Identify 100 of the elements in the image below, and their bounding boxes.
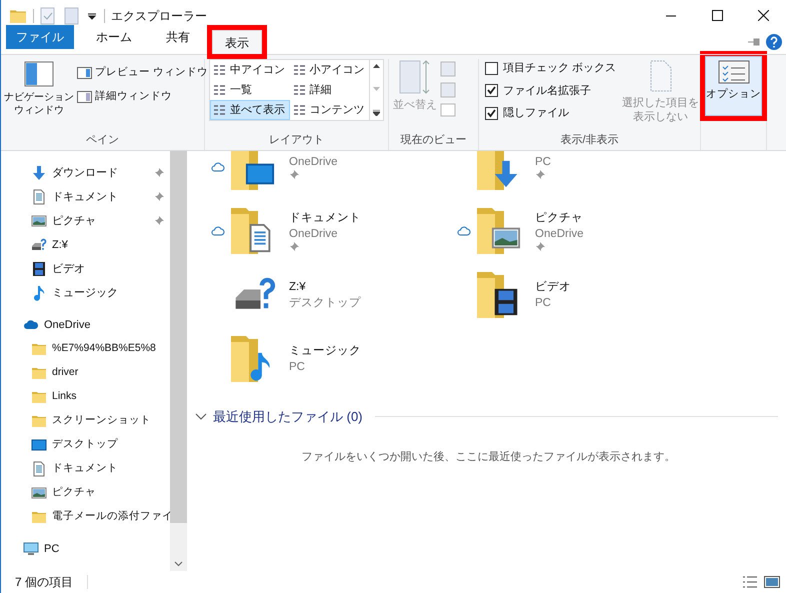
nav-item[interactable]: ドキュメント — [1, 457, 170, 481]
layout-icon — [292, 64, 306, 76]
dropdown-icon[interactable] — [86, 10, 98, 20]
music-note-icon — [31, 285, 47, 301]
computer-icon — [23, 541, 39, 557]
folder-icon — [31, 413, 47, 429]
folder-icon — [477, 151, 507, 190]
tile[interactable]: Z:¥ デスクトップ — [211, 267, 457, 323]
nav-item[interactable]: driver — [1, 361, 170, 385]
folder-icon — [231, 336, 261, 382]
empty-message: ファイルをいくつか開いた後、ここに最近使ったファイルが表示されます。 — [302, 450, 676, 464]
nav-item[interactable]: ミュージック — [1, 281, 170, 305]
pin-icon — [154, 216, 164, 226]
pin-icon[interactable] — [748, 37, 762, 47]
tile-location: PC — [289, 360, 306, 375]
tile[interactable]: ミュージック PC — [211, 331, 457, 387]
nav-item[interactable]: ピクチャ — [1, 209, 170, 233]
tile[interactable]: ピクチャ OneDrive — [457, 203, 703, 259]
layout-icon — [292, 84, 306, 96]
nav-item[interactable]: ドキュメント — [1, 185, 170, 209]
pin-icon — [154, 192, 164, 202]
tile-location: OneDrive — [535, 227, 584, 242]
film-icon — [31, 261, 47, 277]
folder-icon — [31, 341, 47, 357]
tile-name: ドキュメント — [289, 211, 361, 226]
folder-icon — [31, 365, 47, 381]
tile-name: ミュージック — [289, 344, 361, 359]
nav-item[interactable]: Z:¥ — [1, 233, 170, 257]
picture-icon — [31, 213, 47, 229]
pane-button[interactable]: 詳細ウィンドウ — [77, 88, 208, 104]
checkbox[interactable] — [485, 106, 498, 120]
tile-location: デスクトップ — [289, 295, 361, 311]
tile-name: ビデオ — [535, 280, 571, 295]
picture-icon[interactable] — [764, 576, 780, 588]
down-arrow-icon — [373, 87, 380, 91]
nav-item[interactable]: デスクトップ — [1, 433, 170, 457]
ribbon-tab[interactable]: 表示 — [212, 30, 262, 54]
checkbox-label[interactable]: 隠しファイル — [503, 105, 569, 122]
nav-item[interactable]: Links — [1, 385, 170, 409]
tile-name: ピクチャ — [535, 211, 584, 226]
minimize-icon — [666, 14, 676, 16]
group-header[interactable]: 最近使用したファイル (0) — [213, 407, 362, 426]
up-arrow-icon — [373, 64, 380, 68]
scrollbar[interactable] — [170, 151, 187, 571]
window-title: エクスプローラー — [111, 8, 207, 24]
ribbon-tab[interactable]: ホーム — [84, 25, 144, 49]
nav-item[interactable]: %E7%94%BB%E5%8 — [1, 337, 170, 361]
item-count: 7 個の項目 — [15, 574, 74, 591]
gallery-scroll-control[interactable] — [370, 59, 384, 121]
checkbox-label[interactable]: 項目チェック ボックス — [503, 60, 616, 76]
checkbox[interactable] — [485, 62, 498, 75]
nav-item[interactable]: PC — [1, 537, 170, 561]
chevron-icon[interactable] — [195, 412, 207, 421]
folder-icon — [31, 509, 47, 525]
tile[interactable]: ビデオ PC — [457, 267, 703, 323]
help-icon[interactable] — [766, 34, 782, 50]
navigation-pane-button[interactable]: ナビゲーション ウィンドウ — [1, 59, 77, 132]
ribbon-tab[interactable]: ファイル — [6, 25, 74, 49]
group-label: レイアウト — [269, 133, 324, 148]
nav-item[interactable]: ダウンロード — [1, 161, 170, 185]
tile[interactable]: PC — [457, 151, 703, 195]
pin-icon — [289, 170, 299, 180]
pin-icon — [289, 242, 299, 252]
pin-icon — [535, 170, 545, 180]
pane-button[interactable]: プレビュー ウィンドウ — [77, 65, 208, 81]
layout-icon — [292, 104, 306, 116]
checkmark-page-icon[interactable] — [40, 6, 56, 24]
options-button[interactable]: オプション — [705, 56, 762, 116]
tile[interactable]: OneDrive — [211, 151, 457, 195]
layout-icon — [213, 84, 226, 96]
layout-option[interactable]: 並べて表示 — [210, 100, 290, 120]
pane-layout-icon — [24, 61, 54, 87]
folder-icon — [31, 389, 47, 405]
checkbox[interactable] — [485, 84, 498, 98]
layout-option[interactable]: コンテンツ — [290, 100, 369, 120]
drive-icon — [31, 237, 47, 253]
pane-layout-icon — [77, 90, 92, 103]
layout-option[interactable]: 一覧 — [210, 80, 290, 100]
cloud-icon — [211, 226, 225, 236]
pin-icon — [535, 242, 545, 252]
group-label: ペイン — [86, 133, 119, 148]
nav-item[interactable]: スクリーンショット — [1, 409, 170, 433]
details-view-icon[interactable] — [742, 576, 758, 588]
page-icon — [648, 59, 673, 93]
document-icon — [31, 461, 47, 477]
layout-option[interactable]: 小アイコン — [290, 60, 369, 80]
layout-icon — [213, 104, 226, 116]
checkbox-label[interactable]: ファイル名拡張子 — [503, 82, 591, 99]
ribbon-tab[interactable]: 共有 — [154, 25, 202, 49]
tile-location: OneDrive — [289, 227, 339, 242]
tile[interactable]: ドキュメント OneDrive — [211, 203, 457, 259]
nav-item[interactable]: ビデオ — [1, 257, 170, 281]
down-arrow-icon — [31, 165, 47, 181]
nav-item[interactable]: ピクチャ — [1, 481, 170, 505]
checkmark-icon — [487, 108, 496, 118]
layout-option[interactable]: 詳細 — [290, 80, 369, 100]
nav-item[interactable]: OneDrive — [1, 313, 170, 337]
nav-item[interactable]: 電子メールの添付ファイ — [1, 505, 170, 529]
close-icon — [758, 10, 768, 21]
layout-option[interactable]: 中アイコン — [210, 60, 290, 80]
